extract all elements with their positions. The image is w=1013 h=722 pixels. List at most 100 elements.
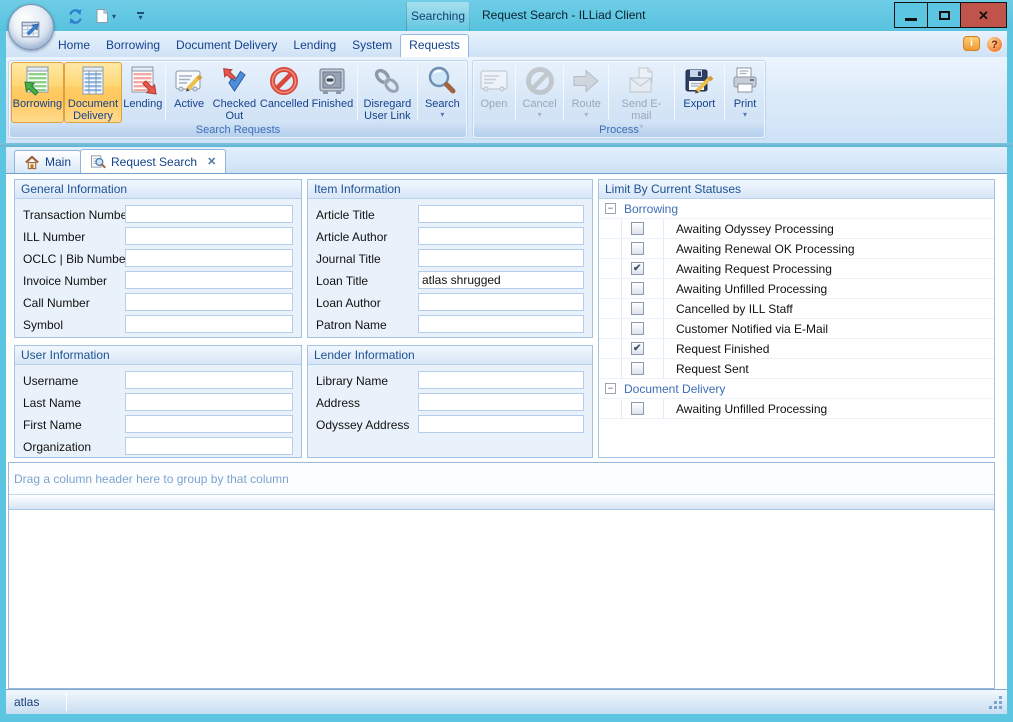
username-input[interactable] <box>125 371 293 389</box>
customize-quick-access-button[interactable]: ▾ <box>137 12 144 21</box>
doc-tab-request-search[interactable]: Request Search ✕ <box>80 149 226 173</box>
status-checkbox[interactable]: ✔ <box>631 282 644 295</box>
ill-number-input[interactable] <box>125 227 293 245</box>
export-floppy-icon <box>683 65 715 97</box>
status-checkbox[interactable]: ✔ <box>631 322 644 335</box>
ribbon-button-search[interactable]: Search ▾ <box>420 62 465 123</box>
ribbon-button-print[interactable]: Print ▾ <box>727 62 763 123</box>
odyssey-address-input[interactable] <box>418 415 584 433</box>
ribbon-button-checked-out[interactable]: Checked Out <box>210 62 259 123</box>
ribbon-separator <box>417 65 418 120</box>
status-checkbox[interactable]: ✔ <box>631 362 644 375</box>
article-author-input[interactable] <box>418 227 584 245</box>
document-delivery-table-icon <box>77 65 109 97</box>
symbol-input[interactable] <box>125 315 293 333</box>
tab-document-delivery[interactable]: Document Delivery <box>168 34 285 57</box>
safe-icon <box>316 65 348 97</box>
tab-borrowing[interactable]: Borrowing <box>98 34 168 57</box>
new-document-icon <box>94 8 110 24</box>
ribbon-button-open[interactable]: Open <box>475 62 513 123</box>
ribbon-separator <box>724 65 725 120</box>
search-icon <box>426 65 458 97</box>
lending-table-icon <box>127 65 159 97</box>
ribbon-separator <box>563 65 564 120</box>
close-button[interactable]: ✕ <box>961 3 1006 27</box>
ribbon-button-disregard-user-link[interactable]: Disregard User Link <box>360 62 415 123</box>
call-number-input[interactable] <box>125 293 293 311</box>
field-label: Username <box>23 374 78 388</box>
ribbon-button-label: Active <box>174 98 204 110</box>
tab-system[interactable]: System <box>344 34 400 57</box>
ribbon-button-active[interactable]: Active <box>168 62 210 123</box>
address-input[interactable] <box>418 393 584 411</box>
ribbon-button-cancel[interactable]: Cancel ▾ <box>518 62 562 123</box>
collapse-icon[interactable]: − <box>605 203 616 214</box>
doc-tab-main[interactable]: Main <box>14 150 81 173</box>
field-label: Loan Title <box>316 274 368 288</box>
last-name-input[interactable] <box>125 393 293 411</box>
status-group-label: Document Delivery <box>624 382 725 396</box>
minimize-button[interactable] <box>895 3 928 27</box>
refresh-button[interactable] <box>64 7 87 26</box>
invoice-number-input[interactable] <box>125 271 293 289</box>
first-name-input[interactable] <box>125 415 293 433</box>
collapse-icon[interactable]: − <box>605 383 616 394</box>
ribbon-button-route[interactable]: Route ▾ <box>566 62 606 123</box>
loan-author-input[interactable] <box>418 293 584 311</box>
help-icon[interactable]: ? <box>986 36 1003 53</box>
group-by-drop-zone[interactable]: Drag a column header here to group by th… <box>9 463 994 495</box>
ribbon-button-borrowing[interactable]: Borrowing <box>11 62 64 123</box>
status-checkbox[interactable]: ✔ <box>631 342 644 355</box>
tab-home[interactable]: Home <box>50 34 98 57</box>
resize-grip[interactable] <box>999 706 1002 709</box>
ribbon-button-export[interactable]: Export <box>677 62 722 123</box>
send-email-icon <box>625 65 657 97</box>
new-request-button[interactable]: ▾ <box>91 7 119 25</box>
close-tab-icon[interactable]: ✕ <box>207 155 216 168</box>
maximize-button[interactable] <box>928 3 961 27</box>
window-title: Request Search - ILLiad Client <box>482 0 645 31</box>
field-label: Call Number <box>23 296 90 310</box>
status-checkbox[interactable]: ✔ <box>631 242 644 255</box>
status-checkbox[interactable]: ✔ <box>631 302 644 315</box>
tab-lending[interactable]: Lending <box>285 34 344 57</box>
request-search-content: General Information Transaction Number I… <box>6 173 1007 689</box>
info-icon[interactable]: i <box>963 36 980 51</box>
chain-link-icon <box>371 65 403 97</box>
field-label: Invoice Number <box>23 274 107 288</box>
maximize-icon <box>939 11 950 20</box>
ribbon-button-label: Finished <box>312 98 354 110</box>
status-row: ✔ Cancelled by ILL Staff <box>599 299 994 319</box>
form-field-row: OCLC | Bib Number <box>15 248 301 270</box>
ribbon-button-label: Route <box>572 98 601 110</box>
ribbon-button-document-delivery[interactable]: Document Delivery <box>64 62 122 123</box>
status-checkbox[interactable]: ✔ <box>631 262 644 275</box>
ribbon-tab-row: Home Borrowing Document Delivery Lending… <box>6 31 1007 57</box>
organization-input[interactable] <box>125 437 293 455</box>
transaction-number-input[interactable] <box>125 205 293 223</box>
application-menu-button[interactable] <box>8 4 54 50</box>
status-group-borrowing[interactable]: − Borrowing <box>599 199 994 219</box>
panel-item-information: Item Information Article Title Article A… <box>307 179 593 338</box>
patron-name-input[interactable] <box>418 315 584 333</box>
doc-tab-label: Main <box>45 155 71 169</box>
journal-title-input[interactable] <box>418 249 584 267</box>
field-label: Article Title <box>316 208 375 222</box>
ribbon-separator <box>165 65 166 120</box>
oclc-bib-number-input[interactable] <box>125 249 293 267</box>
dropdown-arrow-icon[interactable]: ▾ <box>112 12 116 21</box>
ribbon-button-cancelled[interactable]: Cancelled <box>259 62 310 123</box>
panel-limit-by-current-statuses: Limit By Current Statuses − Borrowing ✔ … <box>598 179 995 458</box>
loan-title-input[interactable] <box>418 271 584 289</box>
ribbon-button-finished[interactable]: Finished <box>310 62 355 123</box>
status-checkbox[interactable]: ✔ <box>631 402 644 415</box>
tab-requests[interactable]: Requests <box>400 34 469 57</box>
ribbon-button-lending[interactable]: Lending <box>122 62 163 123</box>
article-title-input[interactable] <box>418 205 584 223</box>
status-checkbox[interactable]: ✔ <box>631 222 644 235</box>
status-group-document-delivery[interactable]: − Document Delivery <box>599 379 994 399</box>
ribbon-separator <box>674 65 675 120</box>
ribbon-button-send-email[interactable]: Send E-mail ▾ <box>611 62 672 123</box>
library-name-input[interactable] <box>418 371 584 389</box>
status-label: Awaiting Request Processing <box>676 262 832 276</box>
